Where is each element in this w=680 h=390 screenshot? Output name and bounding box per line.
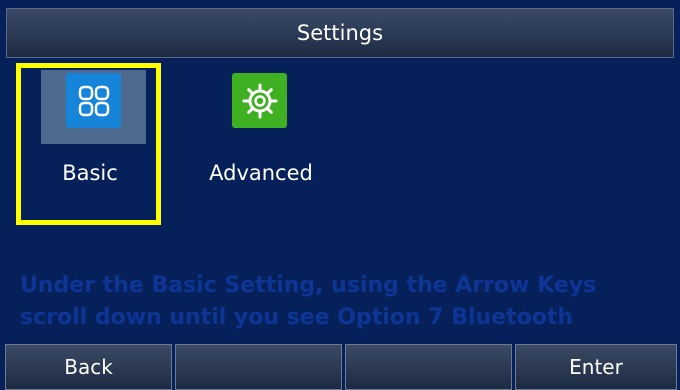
softkey-2[interactable] xyxy=(175,344,342,390)
phone-screen: Settings Basic Advanced Under the Basic … xyxy=(0,0,680,390)
menu-item-advanced[interactable]: Advanced xyxy=(190,62,332,214)
menu-item-label: Advanced xyxy=(209,161,313,185)
softkey-bar: Back Enter xyxy=(0,344,680,390)
back-softkey[interactable]: Back xyxy=(5,344,172,390)
enter-softkey[interactable]: Enter xyxy=(515,344,677,390)
hint-text: Under the Basic Setting, using the Arrow… xyxy=(20,273,597,330)
title-bar: Settings xyxy=(6,8,674,58)
page-title: Settings xyxy=(296,21,384,45)
gear-icon xyxy=(232,73,287,128)
selection-highlight-box xyxy=(16,63,161,225)
softkey-3[interactable] xyxy=(345,344,512,390)
